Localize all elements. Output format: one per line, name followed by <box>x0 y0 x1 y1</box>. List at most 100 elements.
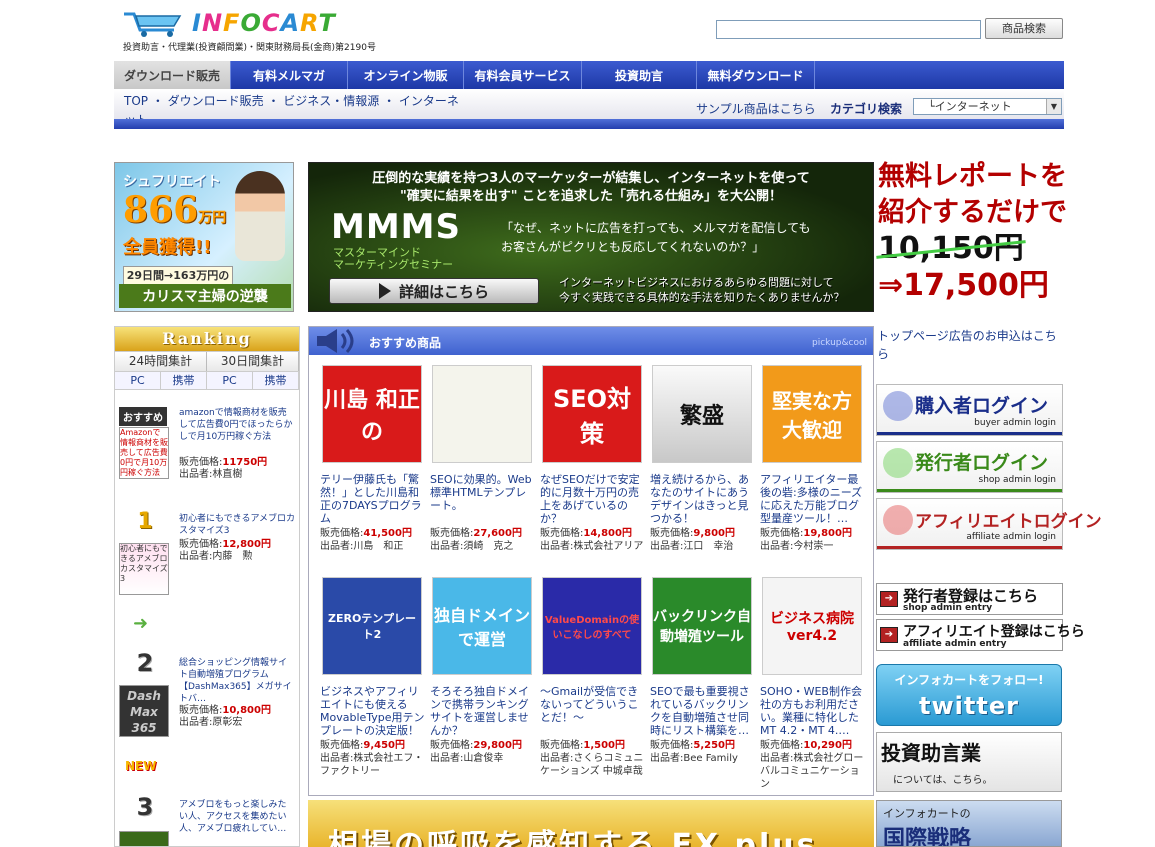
product-seller: 出品者:さくらコミュニケーションズ 中城卓哉 <box>540 753 644 777</box>
product-card[interactable]: 川島 和正のテリー伊藤氏も「驚然！」とした川島和正の7DAYSプログラム 販売価格… <box>317 365 427 553</box>
woman-photo <box>235 171 285 261</box>
product-title[interactable]: テリー伊藤氏も「驚然！」とした川島和正の7DAYSプログラム <box>317 473 427 527</box>
shop-entry-button[interactable]: ➔ 発行者登録はこちら shop admin entry <box>876 583 1063 615</box>
ranking-thumb[interactable]: 初心者にもできるアメブロカスタマイズ3 <box>119 543 169 595</box>
banner-main-subtitle: マスターマインド マーケティングセミナー <box>333 246 454 271</box>
login-title: アフィリエイトログイン <box>915 512 1102 532</box>
search-input[interactable] <box>716 20 981 39</box>
ranking-item-title[interactable]: 初心者にもできるアメブロカスタマイズ3 <box>179 513 295 537</box>
tab-free-download[interactable]: 無料ダウンロード <box>697 61 815 89</box>
details-button[interactable]: 詳細はこちら <box>329 278 539 304</box>
banner-main-lead: 圧倒的な実績を持つ3人のマーケッターが結集し、インターネットを使って "確実に結果… <box>372 171 810 204</box>
strategy-title: 国際戦略 <box>883 827 972 847</box>
product-seller: 出品者:山倉俊幸 <box>430 753 504 764</box>
product-image[interactable]: バックリンク自動増殖ツール <box>652 577 752 675</box>
tab-members[interactable]: 有料会員サービス <box>464 61 582 89</box>
global-strategy-banner[interactable]: インフォカートの 国際戦略 <box>876 800 1062 847</box>
login-title: 発行者ログイン <box>915 452 1049 474</box>
banner-right-line2: 紹介するだけで <box>878 197 1067 228</box>
tab-download[interactable]: ダウンロード販売 <box>114 61 231 89</box>
tab-pc-24h[interactable]: PC <box>115 372 161 389</box>
ranking-period-tabs: 24時間集計 30日間集計 <box>115 351 299 371</box>
free-report-banner[interactable]: 無料レポートを 紹介するだけで 10,150円 ⇒17,500円 <box>878 159 1067 319</box>
arrow-right-icon: ➜ <box>133 613 149 634</box>
recommend-badge: おすすめ <box>119 407 167 426</box>
tab-online-sales[interactable]: オンライン物販 <box>348 61 464 89</box>
product-card[interactable]: SEOに効果的。Web標準HTMLテンプレート。 販売価格:27,600円 出品者:… <box>427 365 537 553</box>
ranking-item-price: 販売価格:12,800円 <box>179 539 271 550</box>
product-image[interactable]: 川島 和正の <box>322 365 422 463</box>
key-icon <box>883 391 913 421</box>
product-price: 販売価格:41,500円 <box>320 528 412 539</box>
tab-mailmag[interactable]: 有料メルマガ <box>231 61 348 89</box>
tab-24h[interactable]: 24時間集計 <box>115 352 207 371</box>
investment-advisory-banner[interactable]: 投資助言業 については、こちら。 <box>876 732 1062 792</box>
product-image[interactable]: ZEROテンプレート2 <box>322 577 422 675</box>
product-title[interactable]: そろそろ独自ドメインで携帯ランキングサイトを運営しませんか？ <box>427 685 537 739</box>
product-image[interactable]: 堅実な方大歓迎 <box>762 365 862 463</box>
product-title[interactable]: アフィリエイター最後の砦:多様のニーズに応えた万能ブログ型量産ツール！… <box>757 473 867 527</box>
rank-2-crown-icon: 2 <box>136 649 154 677</box>
search-button[interactable]: 商品検索 <box>985 18 1063 39</box>
product-card[interactable]: 堅実な方大歓迎アフィリエイター最後の砦:多様のニーズに応えた万能ブログ型量産ツー… <box>757 365 867 553</box>
entry-title: アフィリエイト登録はこちら <box>903 624 1085 640</box>
ranking-thumb[interactable]: Dash Max 365 <box>119 685 169 737</box>
login-underline <box>877 432 1062 435</box>
tab-advisory[interactable]: 投資助言 <box>582 61 697 89</box>
product-card[interactable]: 独自ドメインで運営 そろそろ独自ドメインで携帯ランキングサイトを運営しませんか？販… <box>427 577 537 765</box>
product-image[interactable]: ValueDomainの使いこなしのすべて <box>542 577 642 675</box>
product-image[interactable]: 繁盛 <box>652 365 752 463</box>
ranking-item-title[interactable]: 総合ショッピング情報サイト自動増殖プログラム【DashMax365】メガサイトバ… <box>179 657 295 705</box>
affiliate-entry-button[interactable]: ➔ アフィリエイト登録はこちら affiliate admin entry <box>876 619 1085 651</box>
infocart-logo[interactable]: INFOCART <box>122 6 335 40</box>
entry-subtitle: shop admin entry <box>903 603 993 613</box>
product-title[interactable]: 増え続けるから、あなたのサイトにあうデザインはきっと見つかる！ <box>647 473 757 527</box>
key-icon <box>883 505 913 535</box>
product-card[interactable]: バックリンク自動増殖ツール SEOで最も重要視されているバックリンクを自動増殖させ… <box>647 577 757 765</box>
ranking-thumb[interactable]: Amazonで情報商材を販売して広告費0円で月10万円稼ぐ方法 <box>119 427 169 479</box>
product-card[interactable]: ビジネス病院 ver4.2 SOHO・WEB制作会社の方もお利用ださい。業種に特化… <box>757 577 867 791</box>
product-price: 販売価格:14,800円 <box>540 528 632 539</box>
shop-login-button[interactable]: 発行者ログイン shop admin login <box>876 441 1063 493</box>
ranking-item-price: 販売価格:10,800円 <box>179 705 271 716</box>
category-select[interactable]: └インターネット ▼ <box>913 98 1062 115</box>
twitter-follow-button[interactable]: インフォカートをフォロー! twitter <box>876 664 1062 726</box>
product-image[interactable]: 独自ドメインで運営 <box>432 577 532 675</box>
ranking-item-title[interactable]: amazonで情報商材を販売して広告費0円でほったらかしで月10万円稼ぐ方法 <box>179 407 295 443</box>
advisory-subtitle: については、こちら。 <box>893 775 993 786</box>
login-subtitle: affiliate admin login <box>966 532 1056 542</box>
shufriate-banner[interactable]: シュフリエイト 866万円 全員獲得!! 29日間→163万円の衝撃!! カリス… <box>114 162 294 312</box>
product-seller: 出品者:Bee Family <box>650 753 738 764</box>
product-card[interactable]: SEO対策なぜSEOだけで安定的に月数十万円の売上をあげているのか？ 販売価格:1… <box>537 365 647 553</box>
product-image[interactable] <box>432 365 532 463</box>
tab-30d[interactable]: 30日間集計 <box>207 352 299 371</box>
ranking-item-title[interactable]: アメブロをもっと楽しみたい人、アクセスを集めたい人、アメブロ疲れしてい… <box>179 799 295 835</box>
product-title[interactable]: SEOに効果的。Web標準HTMLテンプレート。 <box>427 473 537 527</box>
mmms-banner[interactable]: 圧倒的な実績を持つ3人のマーケッターが結集し、インターネットを使って "確実に結果… <box>308 162 874 312</box>
breadcrumb-bar: TOP ・ ダウンロード販売 ・ ビジネス・情報源 ・ インターネット サンプル… <box>114 89 1064 127</box>
banner-left-tagline: 全員獲得!! <box>123 237 212 258</box>
product-image[interactable]: ビジネス病院 ver4.2 <box>762 577 862 675</box>
product-title[interactable]: なぜSEOだけで安定的に月数十万円の売上をあげているのか？ <box>537 473 647 527</box>
product-title[interactable]: ビジネスやアフィリエイトにも使えるMovableType用テンプレートの決定版！ <box>317 685 427 739</box>
banner-right-old-price: 10,150円 <box>878 231 1024 266</box>
product-price: 販売価格:19,800円 <box>760 528 852 539</box>
nav-underline <box>114 119 1064 129</box>
product-card[interactable]: ZEROテンプレート2 ビジネスやアフィリエイトにも使えるMovableType用… <box>317 577 427 778</box>
product-card[interactable]: ValueDomainの使いこなしのすべて ～Gmailが受信できないってどういう… <box>537 577 647 778</box>
tab-mobile-24h[interactable]: 携帯 <box>161 372 207 389</box>
affiliate-login-button[interactable]: アフィリエイトログイン affiliate admin login <box>876 498 1102 550</box>
ranking-thumb[interactable] <box>119 831 169 846</box>
product-title[interactable]: ～Gmailが受信できないってどういうことだ！～ <box>537 685 647 739</box>
logo-text: INFOCART <box>192 9 336 37</box>
fx-plus-banner[interactable]: 相場の呼吸を感知する FX plus <box>308 800 874 847</box>
product-card[interactable]: 繁盛 増え続けるから、あなたのサイトにあうデザインはきっと見つかる！ 販売価格:9,… <box>647 365 757 553</box>
buyer-login-button[interactable]: 購入者ログイン buyer admin login <box>876 384 1063 436</box>
sample-products-link[interactable]: サンプル商品はこちら <box>696 100 816 117</box>
ad-apply-link[interactable]: トップページ広告のお申込はこちら <box>877 327 1063 363</box>
tab-mobile-30d[interactable]: 携帯 <box>253 372 299 389</box>
product-title[interactable]: SEOで最も重要視されているバックリンクを自動増殖させ同時にリスト構築を… <box>647 685 757 739</box>
tab-pc-30d[interactable]: PC <box>207 372 253 389</box>
product-image[interactable]: SEO対策 <box>542 365 642 463</box>
product-title[interactable]: SOHO・WEB制作会社の方もお利用ださい。業種に特化したMT 4.2・MT 4… <box>757 685 867 739</box>
